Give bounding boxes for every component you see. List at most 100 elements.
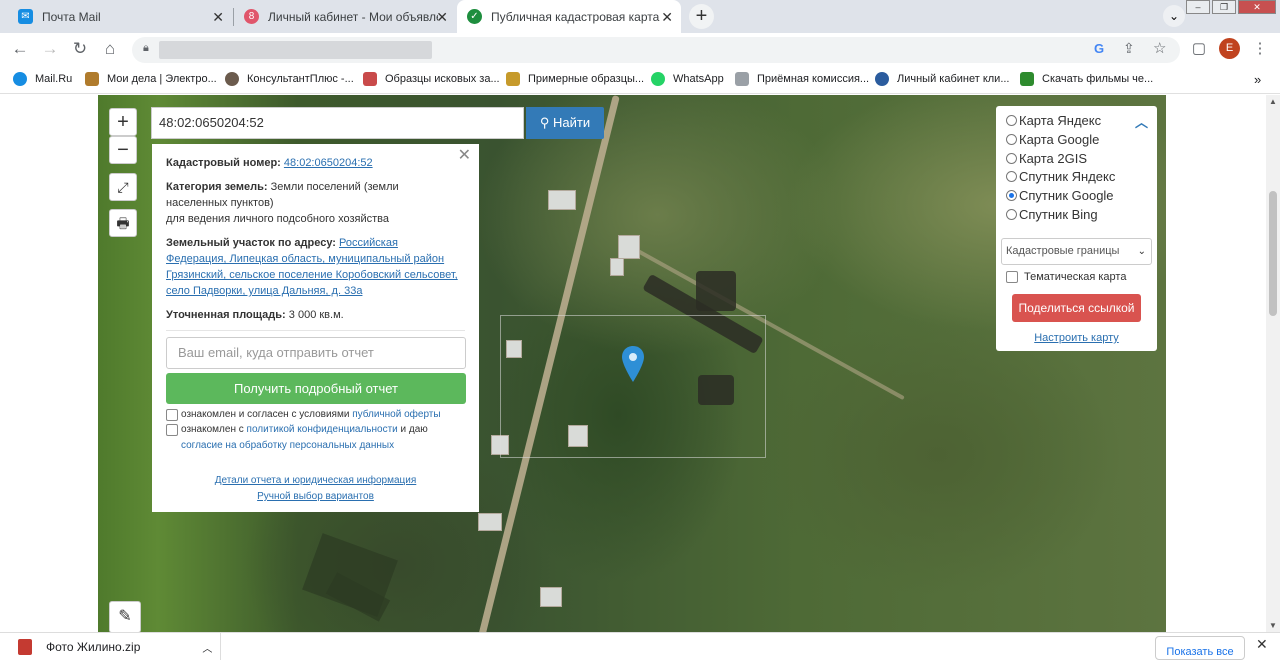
- zoom-out-button[interactable]: −: [109, 136, 137, 164]
- bookmark-item[interactable]: Примерные образцы...: [506, 72, 644, 86]
- tab-avito[interactable]: 8 Личный кабинет - Мои объявлени ✕: [234, 0, 456, 33]
- tab-search-chevron-icon[interactable]: ⌄: [1163, 5, 1185, 27]
- thematic-map-toggle[interactable]: Тематическая карта: [1006, 271, 1126, 283]
- page-content: ▲ ▼ + − ⤢ 🖶︎ ✎ 48:02:0650204:52 ⚲ Найти …: [0, 95, 1280, 632]
- layer-option-label: Карта 2GIS: [1019, 150, 1088, 166]
- public-offer-link[interactable]: публичной оферты: [352, 409, 440, 420]
- browser-toolbar: ← → ↻ ⌂ 🔒︎ G ⇪ ☆ ▢ E ⋮: [0, 33, 1280, 66]
- address-link[interactable]: Федерация, Липецкая область, муниципальн…: [166, 253, 444, 265]
- home-icon[interactable]: ⌂: [100, 39, 120, 59]
- more-bookmarks-icon[interactable]: »: [1254, 72, 1261, 87]
- share-icon[interactable]: ⇪: [1123, 40, 1135, 57]
- overlay-select[interactable]: Кадастровые границы ⌄: [1001, 238, 1152, 265]
- email-field[interactable]: Ваш email, куда отправить отчет: [166, 337, 466, 369]
- print-button[interactable]: 🖶︎: [109, 209, 137, 237]
- layer-option[interactable]: Карта Яндекс: [1006, 111, 1101, 129]
- zoom-in-button[interactable]: +: [109, 108, 137, 136]
- reload-icon[interactable]: ↻: [70, 39, 90, 59]
- layer-option-selected[interactable]: Спутник Google: [1006, 186, 1114, 204]
- radio-button-checked[interactable]: [1006, 189, 1017, 201]
- cadastral-search-input[interactable]: 48:02:0650204:52: [151, 107, 524, 139]
- bookmark-item[interactable]: Mail.Ru: [13, 72, 72, 86]
- side-panel-icon[interactable]: ▢: [1189, 39, 1209, 57]
- agree-label: ознакомлен с: [181, 424, 244, 435]
- area-row: Уточненная площадь: 3 000 кв.м.: [166, 307, 471, 323]
- address-bar[interactable]: 🔒︎ G ⇪ ☆: [132, 37, 1180, 63]
- manual-selection-link[interactable]: Ручной выбор вариантов: [257, 491, 374, 502]
- scroll-up-icon[interactable]: ▲: [1269, 97, 1277, 106]
- bookmark-item[interactable]: Образцы исковых за...: [363, 72, 500, 86]
- area-value: 3 000 кв.м.: [288, 309, 344, 321]
- collapse-chevron-icon[interactable]: ︿: [1135, 112, 1148, 131]
- agree-label: и даю: [400, 424, 428, 435]
- google-translate-icon[interactable]: G: [1094, 41, 1104, 56]
- fullscreen-button[interactable]: ⤢: [109, 173, 137, 201]
- close-tab-icon[interactable]: ✕: [661, 9, 673, 26]
- radio-button[interactable]: [1006, 133, 1017, 145]
- radio-button[interactable]: [1006, 170, 1017, 182]
- location-pin-icon[interactable]: [622, 346, 644, 382]
- layer-option[interactable]: Спутник Bing: [1006, 205, 1098, 223]
- new-tab-button[interactable]: +: [689, 4, 714, 29]
- ruler-button[interactable]: ✎: [109, 601, 141, 632]
- bookmark-item[interactable]: Личный кабинет кли...: [875, 72, 1009, 86]
- search-button[interactable]: ⚲ Найти: [526, 107, 604, 139]
- offer-agree-text: ознакомлен и согласен с условиями публич…: [181, 407, 471, 423]
- bookmark-item[interactable]: WhatsApp: [651, 72, 724, 86]
- personal-data-consent-link[interactable]: согласие на обработку персональных данны…: [181, 440, 394, 451]
- profile-avatar[interactable]: E: [1219, 38, 1240, 59]
- thematic-map-checkbox[interactable]: [1006, 271, 1018, 283]
- agree-label: ознакомлен и согласен с условиями: [181, 409, 350, 420]
- address-link[interactable]: Грязинский, сельское поселение Коробовск…: [166, 269, 458, 281]
- privacy-policy-link[interactable]: политикой конфиденциальности: [247, 424, 398, 435]
- layer-option-label: Карта Google: [1019, 131, 1100, 147]
- map-layers-panel: ︿ Карта Яндекс Карта Google Карта 2GIS С…: [996, 106, 1157, 351]
- layer-option-label: Спутник Google: [1019, 187, 1114, 203]
- layer-option[interactable]: Спутник Яндекс: [1006, 167, 1115, 185]
- radio-button[interactable]: [1006, 152, 1017, 164]
- minimize-button[interactable]: –: [1186, 0, 1210, 14]
- scroll-down-icon[interactable]: ▼: [1269, 621, 1277, 630]
- show-all-button[interactable]: Показать все: [1155, 636, 1245, 660]
- restore-button[interactable]: ❐: [1212, 0, 1236, 14]
- bookmarks-bar: Mail.Ru Мои дела | Электро... Консультан…: [0, 66, 1280, 94]
- parcel-boundary[interactable]: [500, 315, 766, 458]
- layer-option[interactable]: Карта Google: [1006, 130, 1099, 148]
- back-arrow-icon[interactable]: ←: [10, 39, 30, 59]
- tab-title: Публичная кадастровая карта - Р: [491, 9, 661, 24]
- bookmark-item[interactable]: Мои дела | Электро...: [85, 72, 217, 86]
- bookmark-star-icon[interactable]: ☆: [1153, 39, 1166, 57]
- radio-button[interactable]: [1006, 208, 1017, 220]
- privacy-agree-checkbox[interactable]: [166, 424, 178, 436]
- address-link[interactable]: село Падворки, улица Дальняя, д. 33а: [166, 285, 362, 297]
- manual-selection-link-wrap: Ручной выбор вариантов: [152, 489, 479, 505]
- close-icon[interactable]: ✕: [1256, 636, 1268, 653]
- forward-arrow-icon[interactable]: →: [40, 39, 60, 59]
- mailru-icon: [13, 72, 27, 86]
- get-report-button[interactable]: Получить подробный отчет: [166, 373, 466, 404]
- tab-cadastral-map[interactable]: ✓ Публичная кадастровая карта - Р ✕: [457, 0, 681, 33]
- bookmark-item[interactable]: Приёмная комиссия...: [735, 72, 869, 86]
- address-link[interactable]: Российская: [339, 237, 398, 249]
- bookmark-item[interactable]: КонсультантПлюс -...: [225, 72, 354, 86]
- address-label: Земельный участок по адресу:: [166, 237, 336, 249]
- radio-button[interactable]: [1006, 114, 1017, 126]
- thematic-map-label: Тематическая карта: [1024, 271, 1127, 283]
- menu-kebab-icon[interactable]: ⋮: [1250, 39, 1270, 57]
- close-tab-icon[interactable]: ✕: [212, 9, 224, 26]
- bookmark-item[interactable]: Скачать фильмы че...: [1020, 72, 1153, 86]
- tab-mail[interactable]: ✉ Почта Mail ✕: [8, 0, 232, 33]
- layer-option[interactable]: Карта 2GIS: [1006, 149, 1087, 167]
- chevron-up-icon[interactable]: ︿: [202, 640, 212, 655]
- close-window-button[interactable]: ✕: [1238, 0, 1276, 14]
- close-tab-icon[interactable]: ✕: [436, 9, 448, 26]
- download-item[interactable]: Фото Жилино.zip ︿: [18, 639, 212, 655]
- report-details-link[interactable]: Детали отчета и юридическая информация: [215, 475, 417, 486]
- offer-agree-checkbox[interactable]: [166, 409, 178, 421]
- scrollbar-thumb[interactable]: [1269, 191, 1277, 316]
- land-usage-value: для ведения личного подсобного хозяйства: [166, 213, 389, 225]
- share-link-button[interactable]: Поделиться ссылкой: [1012, 294, 1141, 322]
- page-scrollbar[interactable]: ▲ ▼: [1266, 95, 1280, 632]
- configure-map-link[interactable]: Настроить карту: [996, 332, 1157, 344]
- cadastral-number-link[interactable]: 48:02:0650204:52: [284, 157, 373, 169]
